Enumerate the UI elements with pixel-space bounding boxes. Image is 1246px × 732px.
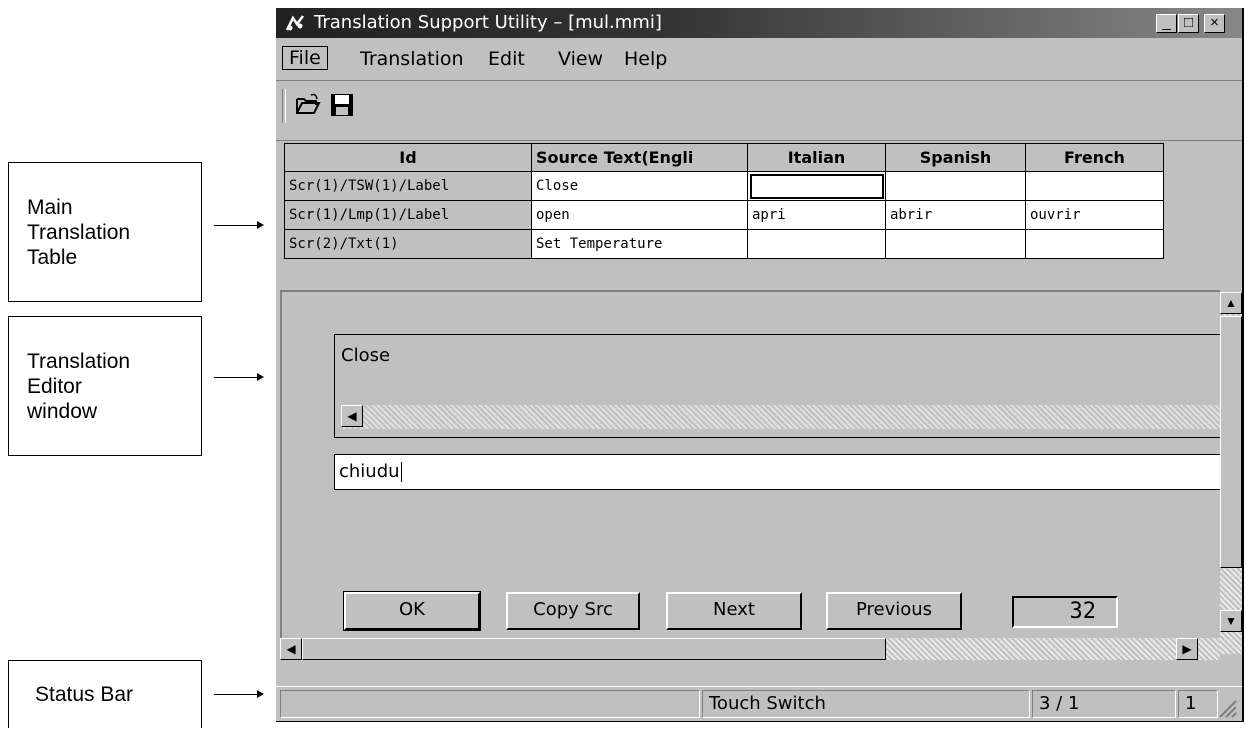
toolbar: [276, 80, 1242, 129]
menu-file[interactable]: File: [282, 46, 328, 70]
column-header-source[interactable]: Source Text(Engli: [531, 143, 748, 172]
next-button[interactable]: Next: [666, 592, 802, 630]
resize-grip-icon[interactable]: [1216, 697, 1238, 719]
vertical-scroll-thumb[interactable]: [1220, 316, 1242, 568]
main-translation-table-area: Id Source Text(Engli Italian Spanish Fre…: [276, 140, 1242, 289]
callout-status-bar: Status Bar: [8, 660, 202, 728]
scroll-up-icon[interactable]: ▲: [1220, 292, 1242, 314]
source-horizontal-scrollbar[interactable]: ◀: [341, 405, 1221, 429]
table-row[interactable]: Scr(2)/Txt(1) Set Temperature: [284, 229, 1164, 259]
spanish-cell[interactable]: [885, 229, 1026, 259]
callout-main-translation-table: Main Translation Table: [8, 162, 202, 302]
callout-label: Translation Editor window: [27, 349, 131, 423]
maximize-button[interactable]: □: [1178, 14, 1199, 33]
row-id[interactable]: Scr(2)/Txt(1): [284, 229, 532, 259]
editor-vertical-scrollbar[interactable]: ▲ ▼: [1220, 292, 1242, 654]
table-row[interactable]: Scr(1)/Lmp(1)/Label open apri abrir ouvr…: [284, 200, 1164, 230]
text-caret: [400, 462, 403, 482]
previous-button[interactable]: Previous: [826, 592, 962, 630]
menu-view[interactable]: View: [558, 48, 603, 70]
status-panel-type: Touch Switch: [702, 690, 1030, 718]
ok-button[interactable]: OK: [343, 591, 481, 631]
floppy-save-icon[interactable]: [328, 91, 356, 119]
italian-cell[interactable]: [747, 171, 886, 201]
source-text-box: Close ◀: [334, 334, 1222, 438]
status-panel-extra: 1: [1178, 690, 1218, 718]
menu-edit[interactable]: Edit: [488, 48, 525, 70]
source-cell[interactable]: Set Temperature: [531, 229, 748, 259]
source-cell[interactable]: open: [531, 200, 748, 230]
translation-value: chiudu: [339, 461, 400, 482]
window-title: Translation Support Utility – [mul.mmi]: [314, 12, 662, 33]
editor-horizontal-scrollbar[interactable]: ◀ ▶: [280, 638, 1220, 660]
callout-arrow: [214, 221, 264, 229]
status-bar: Touch Switch 3 / 1 1: [276, 686, 1242, 721]
minimize-button[interactable]: _: [1156, 14, 1177, 33]
french-cell[interactable]: [1025, 171, 1164, 201]
source-cell[interactable]: Close: [531, 171, 748, 201]
callout-label: Status Bar: [35, 683, 134, 706]
record-counter: 32: [1012, 596, 1118, 628]
spanish-cell[interactable]: [885, 171, 1026, 201]
callout-arrow: [214, 690, 264, 698]
scroll-down-icon[interactable]: ▼: [1220, 610, 1242, 632]
translation-editor: Close ◀ chiudu OK Copy Src Next Previous…: [280, 290, 1222, 660]
french-cell[interactable]: [1025, 229, 1164, 259]
copy-src-button[interactable]: Copy Src: [506, 592, 640, 630]
translation-input[interactable]: chiudu: [334, 454, 1222, 490]
table-row[interactable]: Scr(1)/TSW(1)/Label Close: [284, 171, 1164, 201]
app-window: Translation Support Utility – [mul.mmi] …: [276, 8, 1244, 722]
folder-open-icon[interactable]: [294, 91, 322, 119]
column-header-spanish[interactable]: Spanish: [885, 143, 1026, 172]
app-icon: [285, 15, 304, 31]
spanish-cell[interactable]: abrir: [885, 200, 1026, 230]
callout-arrow: [214, 373, 264, 381]
row-id[interactable]: Scr(1)/TSW(1)/Label: [284, 171, 532, 201]
title-bar[interactable]: Translation Support Utility – [mul.mmi] …: [276, 8, 1242, 38]
row-id[interactable]: Scr(1)/Lmp(1)/Label: [284, 200, 532, 230]
horizontal-scroll-thumb[interactable]: [302, 638, 886, 660]
italian-cell[interactable]: apri: [747, 200, 886, 230]
main-translation-table: Id Source Text(Engli Italian Spanish Fre…: [284, 143, 1164, 259]
menu-help[interactable]: Help: [624, 48, 667, 70]
menu-translation[interactable]: Translation: [360, 48, 464, 70]
menu-bar: File Translation Edit View Help: [276, 38, 1242, 78]
scroll-left-icon[interactable]: ◀: [280, 638, 302, 660]
column-header-french[interactable]: French: [1025, 143, 1164, 172]
scroll-left-icon[interactable]: ◀: [341, 405, 363, 427]
status-panel-main: [280, 690, 700, 718]
french-cell[interactable]: ouvrir: [1025, 200, 1164, 230]
column-header-italian[interactable]: Italian: [747, 143, 886, 172]
italian-cell[interactable]: [747, 229, 886, 259]
close-button[interactable]: ×: [1204, 14, 1225, 33]
scroll-right-icon[interactable]: ▶: [1176, 638, 1198, 660]
status-panel-position: 3 / 1: [1032, 690, 1176, 718]
source-text: Close: [341, 345, 391, 366]
column-header-id[interactable]: Id: [284, 143, 532, 172]
toolbar-separator: [282, 89, 286, 123]
callout-translation-editor: Translation Editor window: [8, 316, 202, 456]
callout-label: Main Translation Table: [27, 195, 131, 269]
table-header-row: Id Source Text(Engli Italian Spanish Fre…: [284, 143, 1164, 172]
